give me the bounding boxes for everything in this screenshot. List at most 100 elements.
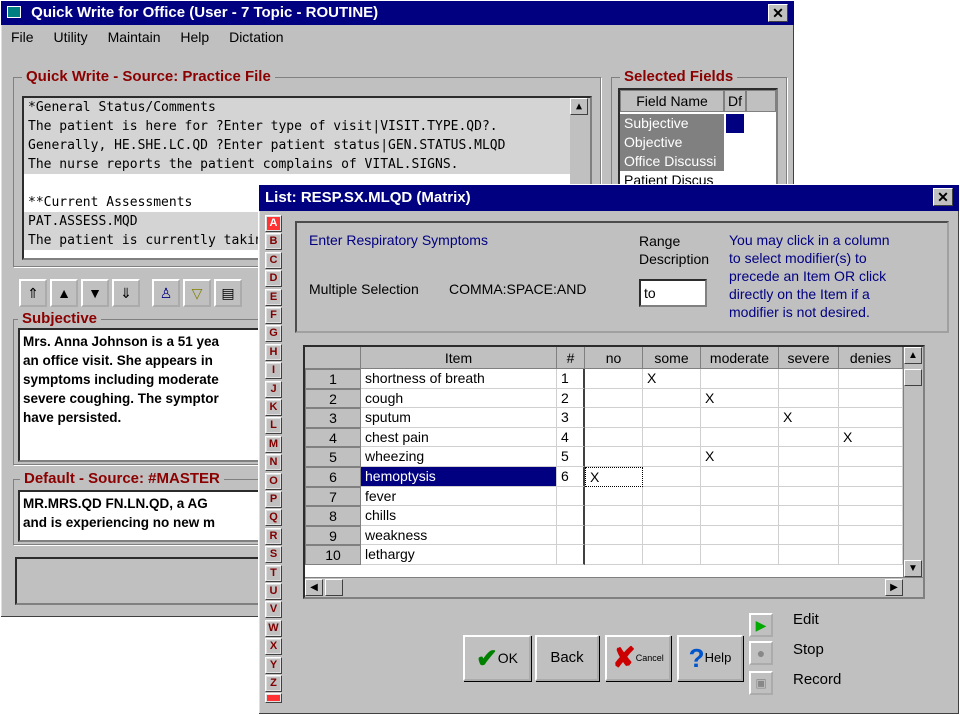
- modifier-cell-severe[interactable]: [779, 388, 839, 409]
- modifier-cell-some[interactable]: [643, 506, 701, 526]
- table-row[interactable]: 3 sputum 3 X: [305, 408, 923, 428]
- number-cell[interactable]: 3: [557, 408, 585, 428]
- modifier-cell-no[interactable]: X: [585, 467, 643, 487]
- alpha-index-q[interactable]: Q: [265, 509, 282, 527]
- modifier-cell-no[interactable]: [585, 388, 643, 409]
- alpha-index-n[interactable]: N: [265, 454, 282, 472]
- alpha-index-c[interactable]: C: [265, 251, 282, 269]
- move-bottom-icon[interactable]: ⇓: [112, 279, 140, 307]
- modifier-cell-some[interactable]: [643, 545, 701, 565]
- edit-control[interactable]: ▶ Edit: [749, 611, 889, 637]
- modifier-cell-some[interactable]: [643, 427, 701, 448]
- modifier-cell-no[interactable]: [585, 408, 643, 428]
- alpha-index-v[interactable]: V: [265, 601, 282, 619]
- row-number[interactable]: 5: [305, 447, 361, 467]
- modifier-cell-some[interactable]: [643, 447, 701, 467]
- alpha-index-f[interactable]: F: [265, 307, 282, 324]
- modifier-cell-no[interactable]: [585, 427, 643, 448]
- column-header-some[interactable]: some: [643, 347, 701, 369]
- number-cell[interactable]: 6: [557, 467, 585, 487]
- modifier-cell-moderate[interactable]: [701, 467, 779, 487]
- alpha-index-y[interactable]: Y: [265, 656, 282, 674]
- grid-vertical-scrollbar[interactable]: ▲ ▼: [903, 347, 923, 577]
- modifier-cell-moderate[interactable]: X: [701, 388, 779, 409]
- help-button[interactable]: ?Help: [677, 635, 743, 681]
- alpha-index-p[interactable]: P: [265, 491, 282, 508]
- item-cell[interactable]: cough: [361, 388, 557, 409]
- alpha-index-d[interactable]: D: [265, 270, 282, 288]
- alpha-index-t[interactable]: T: [265, 564, 282, 582]
- column-header-moderate[interactable]: moderate: [701, 347, 779, 369]
- scroll-up-icon[interactable]: ▲: [904, 347, 922, 364]
- stop-control[interactable]: ● Stop: [749, 639, 889, 665]
- table-row[interactable]: 10 lethargy: [305, 545, 923, 565]
- row-number[interactable]: 1: [305, 369, 361, 389]
- number-cell[interactable]: 4: [557, 427, 585, 448]
- item-cell[interactable]: wheezing: [361, 447, 557, 467]
- table-row[interactable]: 1 shortness of breath 1 X: [305, 369, 923, 389]
- modifier-cell-denies[interactable]: [839, 447, 903, 467]
- item-cell[interactable]: hemoptysis: [361, 467, 557, 487]
- modifier-cell-no[interactable]: [585, 369, 643, 389]
- alpha-index-i[interactable]: I: [265, 362, 282, 380]
- menu-dictation[interactable]: Dictation: [229, 29, 283, 45]
- number-cell[interactable]: 2: [557, 388, 585, 409]
- row-number[interactable]: 4: [305, 427, 361, 448]
- table-row[interactable]: 4 chest pain 4 X: [305, 427, 923, 448]
- row-number[interactable]: 10: [305, 545, 361, 565]
- alpha-index-end[interactable]: [265, 693, 282, 704]
- menu-utility[interactable]: Utility: [53, 29, 87, 45]
- modifier-cell-severe[interactable]: [779, 525, 839, 546]
- alpha-index-s[interactable]: S: [265, 546, 282, 564]
- number-cell[interactable]: 5: [557, 447, 585, 467]
- alpha-index-u[interactable]: U: [265, 583, 282, 600]
- table-row[interactable]: 7 fever: [305, 486, 923, 507]
- default-text[interactable]: MR.MRS.QD FN.LN.QD, a AG and is experien…: [18, 490, 272, 542]
- alpha-index-z[interactable]: Z: [265, 675, 282, 692]
- alpha-index-k[interactable]: K: [265, 399, 282, 416]
- alpha-index-e[interactable]: E: [265, 288, 282, 306]
- field-item[interactable]: Objective: [620, 133, 724, 152]
- scroll-thumb[interactable]: [904, 369, 922, 386]
- scroll-up-icon[interactable]: ▲: [570, 98, 588, 115]
- column-header-item[interactable]: Item: [361, 347, 557, 369]
- modifier-cell-denies[interactable]: [839, 545, 903, 565]
- column-header-severe[interactable]: severe: [779, 347, 839, 369]
- modifier-cell-denies[interactable]: [839, 506, 903, 526]
- move-up-icon[interactable]: ▲: [50, 279, 78, 307]
- row-number[interactable]: 2: [305, 388, 361, 409]
- modifier-cell-some[interactable]: [643, 525, 701, 546]
- modifier-cell-severe[interactable]: [779, 427, 839, 448]
- modifier-cell-no[interactable]: [585, 506, 643, 526]
- modifier-cell-no[interactable]: [585, 447, 643, 467]
- modifier-cell-some[interactable]: [643, 408, 701, 428]
- matrix-grid[interactable]: Item # no some moderate severe denies 1 shortnes…: [303, 345, 925, 599]
- number-cell[interactable]: 1: [557, 369, 585, 389]
- modifier-cell-moderate[interactable]: [701, 427, 779, 448]
- column-header-number[interactable]: #: [557, 347, 585, 369]
- table-row[interactable]: 9 weakness: [305, 525, 923, 546]
- alpha-index-j[interactable]: J: [265, 380, 282, 398]
- subjective-text[interactable]: Mrs. Anna Johnson is a 51 yea an office …: [18, 328, 272, 462]
- number-cell[interactable]: [557, 506, 585, 526]
- item-cell[interactable]: chills: [361, 506, 557, 526]
- scroll-thumb[interactable]: [325, 579, 343, 596]
- modifier-cell-severe[interactable]: [779, 545, 839, 565]
- alpha-index-o[interactable]: O: [265, 472, 282, 490]
- table-row[interactable]: 5 wheezing 5 X: [305, 447, 923, 467]
- number-cell[interactable]: [557, 545, 585, 565]
- table-row[interactable]: 8 chills: [305, 506, 923, 526]
- item-cell[interactable]: lethargy: [361, 545, 557, 565]
- modifier-cell-denies[interactable]: [839, 486, 903, 507]
- modifier-cell-denies[interactable]: [839, 408, 903, 428]
- df-cell[interactable]: [726, 114, 744, 133]
- modifier-cell-denies[interactable]: [839, 525, 903, 546]
- row-number[interactable]: 3: [305, 408, 361, 428]
- scroll-left-icon[interactable]: ◀: [305, 579, 323, 596]
- table-row[interactable]: 6 hemoptysis 6 X: [305, 467, 923, 487]
- modifier-cell-denies[interactable]: [839, 388, 903, 409]
- item-cell[interactable]: weakness: [361, 525, 557, 546]
- number-cell[interactable]: [557, 525, 585, 546]
- modifier-cell-denies[interactable]: [839, 467, 903, 487]
- alpha-index-r[interactable]: R: [265, 527, 282, 545]
